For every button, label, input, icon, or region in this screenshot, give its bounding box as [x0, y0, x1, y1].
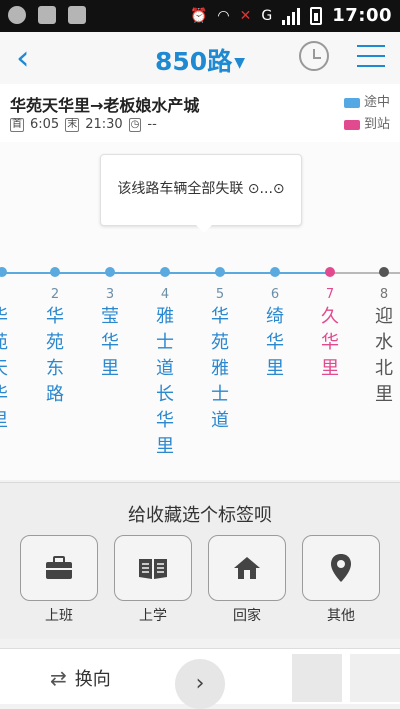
- bus-enroute-icon: [343, 97, 360, 108]
- tag-home-button[interactable]: [208, 535, 286, 601]
- location-pin-icon: [331, 554, 351, 582]
- stop-number: 4: [160, 287, 170, 302]
- alarm-clock-icon[interactable]: [299, 41, 329, 71]
- app-notification-icon: [8, 6, 26, 24]
- page-title: 850路: [155, 47, 233, 76]
- stop-number: 8: [379, 287, 389, 302]
- stop-dot[interactable]: [379, 267, 389, 277]
- legend-arrived: 到站: [363, 117, 390, 132]
- stop-dot[interactable]: [105, 267, 115, 277]
- stop-name[interactable]: 华苑雅士道: [208, 304, 232, 434]
- stop-dot[interactable]: [0, 267, 7, 277]
- stop-number: 7: [325, 287, 335, 302]
- briefcase-icon: [46, 556, 72, 579]
- alarm-status-icon: ⏰: [189, 7, 208, 24]
- stop-name[interactable]: 华苑东路: [43, 304, 67, 408]
- stop-number: 3: [105, 287, 115, 302]
- last-bus-time: 21:30: [85, 117, 123, 132]
- favorite-tag-sheet: 给收藏选个标签呗 上班 上学 回家 其他: [0, 482, 400, 639]
- route-line-remaining: [330, 272, 400, 274]
- wifi-icon: ◠: [217, 7, 230, 24]
- switch-direction-label: 换向: [74, 669, 111, 690]
- bus-arrived-icon: [343, 119, 360, 130]
- sheet-title: 给收藏选个标签呗: [128, 505, 272, 526]
- placeholder-block: [292, 654, 342, 702]
- swap-arrows-icon: ⇄: [50, 666, 67, 690]
- clock: 17:00: [332, 5, 392, 26]
- battery-icon: [310, 6, 323, 25]
- first-bus-time: 6:05: [30, 117, 60, 132]
- signal-icon: [282, 7, 301, 25]
- stop-name[interactable]: 迎水北里: [372, 304, 396, 408]
- interval-text: --: [147, 117, 157, 132]
- route-selector[interactable]: 850路 ▼: [0, 42, 400, 78]
- usb-icon: [38, 6, 56, 24]
- tag-home-label: 回家: [233, 608, 261, 624]
- stop-name[interactable]: 雅士道长华里: [153, 304, 177, 460]
- book-icon: [139, 559, 167, 579]
- status-right: ⏰ ◠ ✕ G 17:00: [190, 5, 392, 26]
- legend: 途中 到站: [343, 92, 390, 136]
- notice-text: 该线路车辆全部失联 ⊙...⊙: [117, 181, 285, 197]
- status-bar: ⏰ ◠ ✕ G 17:00: [0, 0, 400, 32]
- route-title: 华苑天华里→老板娘水产城: [10, 96, 200, 115]
- no-sim-icon: ✕: [239, 7, 252, 24]
- status-left-icons: [8, 6, 86, 24]
- image-icon: [68, 6, 86, 24]
- stop-dot[interactable]: [50, 267, 60, 277]
- stop-name[interactable]: 莹华里: [98, 304, 122, 382]
- stop-name[interactable]: 绮华里: [263, 304, 287, 382]
- route-info: 华苑天华里→老板娘水产城 首 6:05 末 21:30 ◷ -- 途中 到站: [0, 84, 400, 143]
- stop-name[interactable]: 华苑天华里: [0, 304, 11, 434]
- stop-dot[interactable]: [270, 267, 280, 277]
- tag-school-button[interactable]: [114, 535, 192, 601]
- switch-direction-button[interactable]: ⇄ 换向: [50, 665, 111, 691]
- first-bus-badge: 首: [10, 117, 24, 132]
- stop-dot-current[interactable]: [325, 267, 335, 277]
- caret-down-icon: ▼: [234, 55, 245, 71]
- tag-work-label: 上班: [45, 608, 73, 624]
- placeholder-block: [350, 654, 400, 702]
- route-map: 该线路车辆全部失联 ⊙...⊙ 华苑天华里 2 华苑东路 3 莹华里 4 雅士道…: [0, 142, 400, 480]
- menu-icon[interactable]: [357, 45, 385, 67]
- stop-number: 5: [215, 287, 225, 302]
- tag-other-button[interactable]: [302, 535, 380, 601]
- bottom-bar: ⇄ 换向 ›: [0, 648, 400, 709]
- network-type: G: [261, 7, 273, 24]
- tag-school-label: 上学: [139, 608, 167, 624]
- notice-bubble: 该线路车辆全部失联 ⊙...⊙: [100, 154, 302, 233]
- app-header: ‹ 850路 ▼: [0, 32, 400, 85]
- tag-other-label: 其他: [327, 608, 355, 624]
- chevron-right-icon[interactable]: ›: [175, 659, 225, 709]
- stop-name[interactable]: 久华里: [318, 304, 342, 382]
- legend-enroute: 途中: [363, 95, 390, 110]
- stop-number: 2: [50, 287, 60, 302]
- route-times: 首 6:05 末 21:30 ◷ --: [10, 117, 157, 132]
- tag-work-button[interactable]: [20, 535, 98, 601]
- stop-dot[interactable]: [160, 267, 170, 277]
- stop-dot[interactable]: [215, 267, 225, 277]
- interval-clock-icon: ◷: [128, 117, 142, 132]
- stop-number: 6: [270, 287, 280, 302]
- home-icon: [234, 557, 260, 579]
- last-bus-badge: 末: [65, 117, 80, 132]
